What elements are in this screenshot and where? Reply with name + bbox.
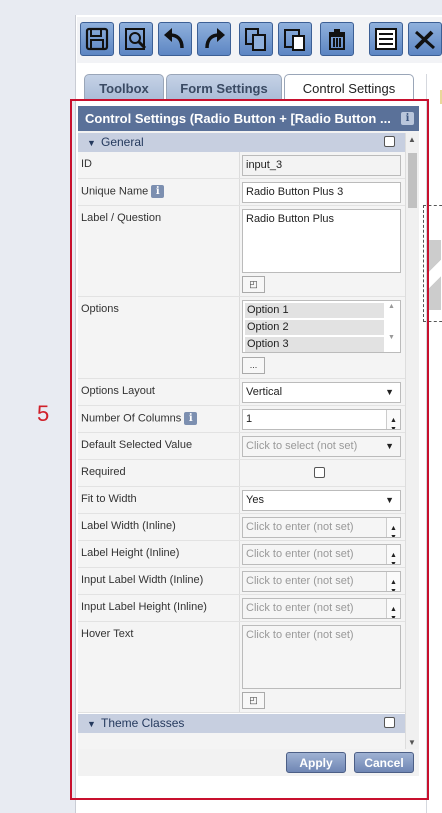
save-button[interactable]	[80, 22, 114, 56]
tools-button[interactable]	[408, 22, 442, 56]
list-icon	[375, 28, 397, 50]
undo-button[interactable]	[158, 22, 192, 56]
preview-icon	[125, 28, 147, 50]
redo-icon	[205, 28, 225, 49]
tab-form-settings[interactable]: Form Settings	[166, 74, 282, 101]
toolbar	[77, 17, 442, 63]
canvas-graphic	[427, 240, 441, 310]
annotation-number: 5	[37, 401, 50, 426]
copy-button[interactable]	[239, 22, 273, 56]
settings-tabs: Toolbox Form Settings Control Settings	[77, 74, 442, 101]
tab-toolbox[interactable]: Toolbox	[84, 74, 164, 101]
paste-icon	[284, 29, 305, 51]
undo-icon	[164, 28, 184, 49]
copy-icon	[245, 28, 266, 51]
tab-control-settings[interactable]: Control Settings	[284, 74, 414, 101]
paste-button[interactable]	[278, 22, 312, 56]
preview-button[interactable]	[119, 22, 153, 56]
highlight-box	[70, 99, 429, 800]
delete-icon	[329, 29, 345, 50]
save-icon	[85, 27, 109, 51]
redo-button[interactable]	[197, 22, 231, 56]
tools-icon	[414, 30, 435, 50]
delete-button[interactable]	[320, 22, 354, 56]
list-button[interactable]	[369, 22, 403, 56]
